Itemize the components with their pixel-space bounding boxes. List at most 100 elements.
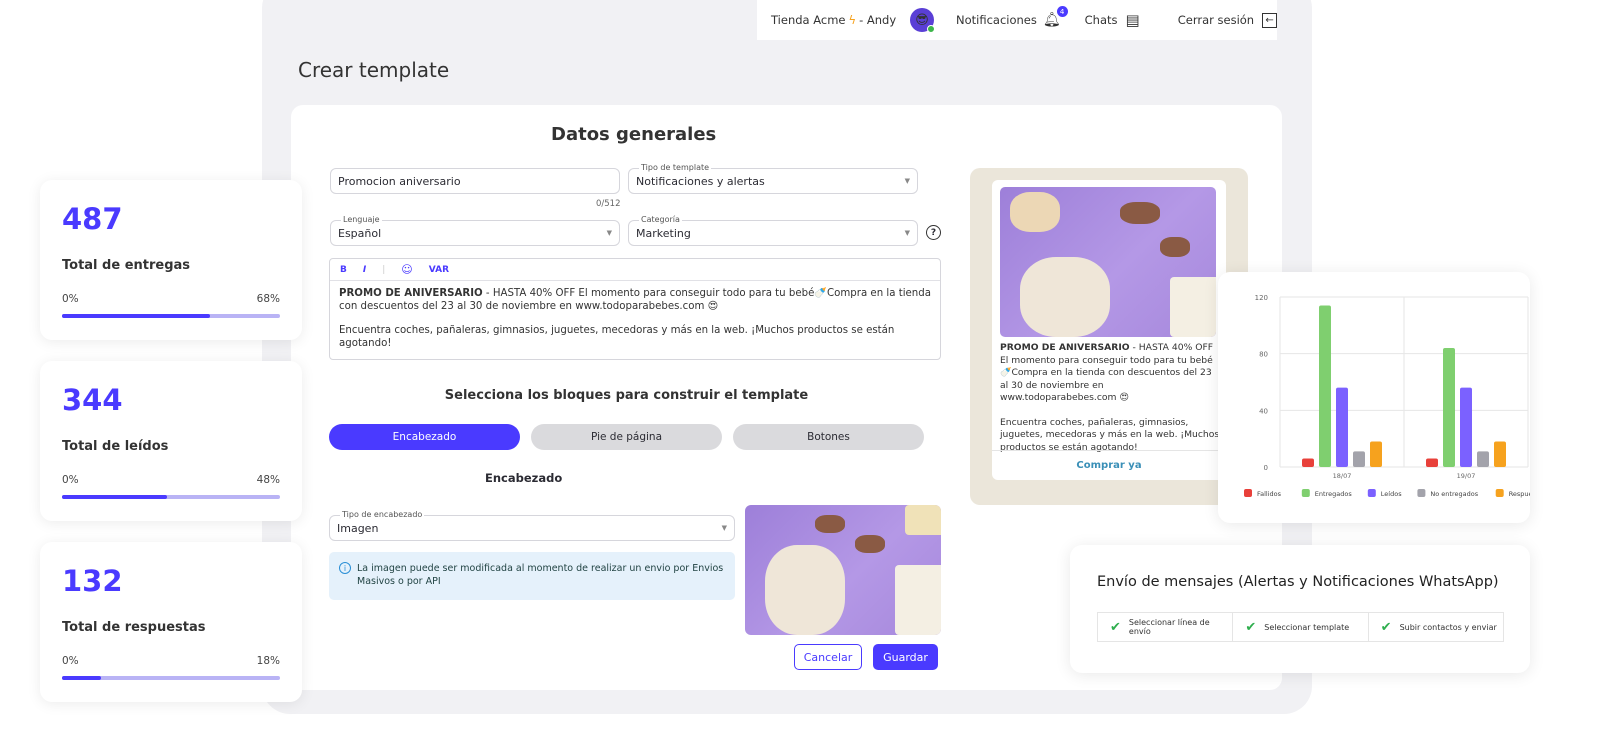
general-data-heading: Datos generales xyxy=(551,124,717,145)
bar-respuestas xyxy=(1494,441,1506,467)
cancel-button[interactable]: Cancelar xyxy=(794,644,862,670)
stat-min: 0% xyxy=(62,293,79,305)
header-image xyxy=(745,505,941,635)
legend-label: Fallidos xyxy=(1257,490,1282,498)
chats-link[interactable]: Chats xyxy=(1085,13,1118,27)
stat-label: Total de respuestas xyxy=(62,620,206,635)
stat-value: 487 xyxy=(62,202,123,236)
y-tick-label: 40 xyxy=(1259,407,1268,415)
header-type-value: Imagen xyxy=(337,521,379,535)
x-tick-label: 18/07 xyxy=(1333,472,1352,480)
avatar-emoji: 😎 xyxy=(915,12,929,28)
step-1[interactable]: ✔ Seleccionar línea de envío xyxy=(1098,613,1234,641)
step-2[interactable]: ✔ Seleccionar template xyxy=(1233,613,1369,641)
block-tab-buttons[interactable]: Botones xyxy=(733,424,924,450)
block-tab-footer[interactable]: Pie de página xyxy=(531,424,722,450)
notifications-link[interactable]: Notificaciones xyxy=(956,13,1037,27)
check-icon: ✔ xyxy=(1380,619,1392,635)
bar-entregados xyxy=(1319,305,1331,467)
stat-progress-fill xyxy=(62,495,167,499)
step-label: Seleccionar template xyxy=(1264,622,1350,632)
template-name-input[interactable]: Promocion aniversario xyxy=(330,168,620,194)
caret-down-icon: ▼ xyxy=(721,524,727,532)
category-label: Categoría xyxy=(639,215,682,224)
stat-min: 0% xyxy=(62,655,79,667)
page-title: Crear template xyxy=(298,58,450,82)
logout-icon[interactable]: ← xyxy=(1262,12,1277,28)
bar-entregados xyxy=(1443,348,1455,467)
stat-progress-fill xyxy=(62,314,211,318)
help-icon[interactable]: ? xyxy=(926,225,941,240)
category-select[interactable]: Categoría Marketing ▼ xyxy=(628,215,918,246)
editor-bold-text: PROMO DE ANIVERSARIO xyxy=(339,288,483,299)
info-icon: i xyxy=(339,562,351,574)
preview-line-2: Encuentra coches, pañaleras, gimnasios, … xyxy=(1000,416,1220,453)
language-select[interactable]: Lenguaje Español ▼ xyxy=(330,215,620,246)
stat-progress-bar xyxy=(62,495,280,499)
stat-card-reads: 344 Total de leídos 0% 48% xyxy=(40,361,302,521)
stepper-title: Envío de mensajes (Alertas y Notificacio… xyxy=(1097,574,1499,590)
chat-icon[interactable]: ▤ xyxy=(1126,11,1140,29)
header-section-heading: Encabezado xyxy=(485,471,563,485)
buy-now-button[interactable]: Comprar ya xyxy=(992,450,1226,480)
legend-label: Entregados xyxy=(1315,490,1353,498)
template-type-value: Notificaciones y alertas xyxy=(636,174,765,188)
caret-down-icon: ▼ xyxy=(606,229,612,237)
save-button[interactable]: Guardar xyxy=(873,644,938,670)
header-type-select[interactable]: Tipo de encabezado Imagen ▼ xyxy=(329,510,735,541)
legend-swatch xyxy=(1417,489,1426,497)
bell-icon[interactable]: 🔔︎ 4 xyxy=(1043,6,1068,28)
header-type-label: Tipo de encabezado xyxy=(340,510,425,519)
editor-line-2: Encuentra coches, pañaleras, gimnasios, … xyxy=(339,325,895,349)
stat-value: 132 xyxy=(62,564,123,598)
y-tick-label: 120 xyxy=(1255,294,1268,302)
caret-down-icon: ▼ xyxy=(904,177,910,185)
store-name: Tienda Acme xyxy=(771,13,846,27)
notification-badge: 4 xyxy=(1056,6,1068,17)
bar-leídos xyxy=(1460,387,1472,467)
stat-progress-bar xyxy=(62,676,280,680)
stepper: ✔ Seleccionar línea de envío ✔ Seleccionar… xyxy=(1097,612,1504,642)
top-bar: Tienda Acme ϟ - Andy 😎 Notificaciones 🔔︎… xyxy=(757,0,1277,40)
info-text: La imagen puede ser modificada al moment… xyxy=(357,563,724,587)
check-icon: ✔ xyxy=(1110,619,1121,635)
legend-label: Leídos xyxy=(1381,490,1402,498)
stat-value: 344 xyxy=(62,383,123,417)
bar-chart: 0 40 80 120 18/07 19/07 Fallidos Entregados Leíd… xyxy=(1244,294,1546,498)
step-3[interactable]: ✔ Subir contactos y enviar xyxy=(1369,613,1503,641)
stat-min: 0% xyxy=(62,474,79,486)
bold-button[interactable]: B xyxy=(340,265,347,275)
stat-label: Total de entregas xyxy=(62,258,191,273)
stepper-card: Envío de mensajes (Alertas y Notificacio… xyxy=(1070,545,1530,673)
language-value: Español xyxy=(338,226,382,240)
template-type-label: Tipo de template xyxy=(639,163,712,172)
bar-no-entregados xyxy=(1477,451,1489,467)
emoji-icon[interactable]: ☺ xyxy=(401,263,412,276)
bar-fallidos xyxy=(1426,458,1438,467)
step-label: Subir contactos y enviar xyxy=(1399,622,1497,632)
legend-label: Respuestas xyxy=(1509,490,1530,498)
logout-link[interactable]: Cerrar sesión xyxy=(1178,13,1254,27)
bar-fallidos xyxy=(1302,458,1314,467)
template-name-value: Promocion aniversario xyxy=(338,174,461,188)
bar-leídos xyxy=(1336,387,1348,467)
y-tick-label: 80 xyxy=(1259,351,1268,359)
block-tab-header[interactable]: Encabezado xyxy=(329,424,520,450)
template-type-select[interactable]: Tipo de template Notificaciones y alertas… xyxy=(628,163,918,194)
lightning-icon: ϟ xyxy=(848,13,857,27)
check-icon: ✔ xyxy=(1245,619,1257,635)
whatsapp-preview: PROMO DE ANIVERSARIO - HASTA 40% OFF El … xyxy=(970,168,1248,505)
message-editor[interactable]: B I | ☺ VAR PROMO DE ANIVERSARIO - HASTA… xyxy=(329,258,941,360)
toolbar-divider: | xyxy=(382,264,386,275)
italic-button[interactable]: I xyxy=(363,265,366,275)
bar-no-entregados xyxy=(1353,451,1365,467)
stat-max: 68% xyxy=(256,293,280,305)
variable-button[interactable]: VAR xyxy=(429,265,449,275)
editor-toolbar: B I | ☺ VAR xyxy=(330,259,940,281)
avatar[interactable]: 😎 xyxy=(910,8,935,33)
stat-label: Total de leídos xyxy=(62,439,169,454)
message-bubble: PROMO DE ANIVERSARIO - HASTA 40% OFF El … xyxy=(992,180,1226,480)
editor-content[interactable]: PROMO DE ANIVERSARIO - HASTA 40% OFF El … xyxy=(330,281,940,357)
category-value: Marketing xyxy=(636,226,691,240)
y-tick-label: 0 xyxy=(1264,464,1268,472)
